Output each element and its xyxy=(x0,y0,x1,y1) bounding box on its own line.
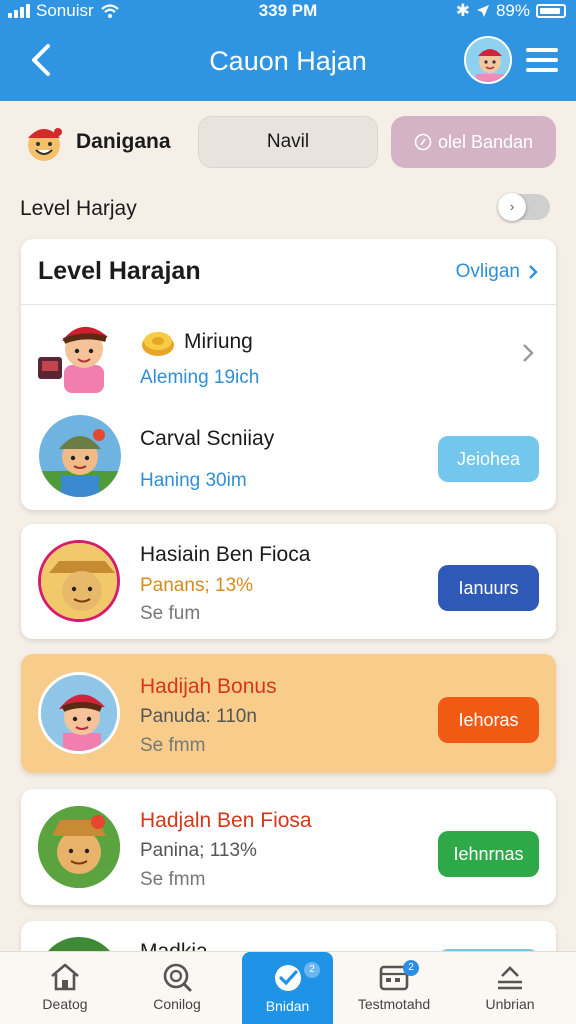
filter-pill-label: olel Bandan xyxy=(437,131,534,152)
level-card-link-label: Ovligan xyxy=(455,260,520,282)
action-button[interactable]: Iehoras xyxy=(438,697,539,743)
avatar xyxy=(39,415,121,497)
level-toggle-switch[interactable]: › xyxy=(498,193,550,221)
filter-pill-bandan[interactable]: olel Bandan xyxy=(391,116,556,168)
notification-badge: 2 xyxy=(304,962,320,978)
level-card-title: Level Harajan xyxy=(38,257,201,285)
nav-item-unbrian[interactable]: Unbrian xyxy=(460,952,560,1024)
card-title: Hasiain Ben Fioca xyxy=(140,543,310,567)
avatar xyxy=(38,806,120,888)
avatar xyxy=(38,672,120,754)
card-subtitle: Panans; 13% xyxy=(140,575,254,596)
user-name: Danigana xyxy=(76,130,171,153)
action-button[interactable]: Ianuurs xyxy=(438,565,539,611)
chevron-right-icon xyxy=(523,344,534,362)
stack-icon xyxy=(498,966,522,990)
card-title-text: Hasiain Ben Fioca xyxy=(140,543,311,566)
card-subtitle: Panuda: 110n xyxy=(140,706,257,727)
level-card-link[interactable]: Ovligan xyxy=(456,261,538,283)
status-bar: Sonuisr 339 PM ✱ 89% xyxy=(0,0,576,24)
top-app-bar: Sonuisr 339 PM ✱ 89% Cauon Hajan xyxy=(0,0,576,101)
chevron-right-icon xyxy=(529,264,538,279)
cartoon-face-icon xyxy=(28,128,62,161)
action-button[interactable]: Jeiohea xyxy=(438,436,539,482)
level-toggle-label: Level Harjay xyxy=(20,197,137,220)
level-card: Level Harajan Ovligan Miriung Aleming 19… xyxy=(21,239,556,510)
gold-coin-icon xyxy=(142,332,174,356)
check-circle-icon xyxy=(274,965,301,991)
card-title: Hadijah Bonus xyxy=(140,675,277,698)
card-meta: Se fmm xyxy=(140,735,206,756)
avatar xyxy=(38,313,120,395)
home-icon xyxy=(51,963,79,991)
nav-label: Unbrian xyxy=(485,996,535,1012)
profile-avatar[interactable] xyxy=(464,36,512,84)
reward-card-highlighted[interactable]: Hadijah Bonus Panuda: 110n Se fmm Iehora… xyxy=(21,654,556,773)
battery-icon xyxy=(536,4,566,18)
row-title: Miriung xyxy=(184,330,253,353)
user-chip[interactable]: Danigana xyxy=(22,118,171,166)
clock-icon xyxy=(414,133,432,151)
card-meta: Se fmm xyxy=(140,869,206,890)
nav-label: Conilog xyxy=(153,996,201,1012)
nav-item-active[interactable]: Bnidan 2 xyxy=(242,952,333,1024)
bluetooth-icon: ✱ xyxy=(455,1,470,20)
row-title-line: Miriung xyxy=(140,327,253,357)
notification-badge: 2 xyxy=(403,960,419,976)
card-title: Hadjaln Ben Fiosa xyxy=(140,809,312,832)
card-subtitle: Panina; 113% xyxy=(140,840,257,861)
row-subtitle: Haning 30im xyxy=(140,470,247,491)
nav-item-catalog[interactable]: Conilog xyxy=(127,952,227,1024)
filter-pill-navil[interactable]: Navil xyxy=(198,116,378,168)
row-subtitle: Aleming 19ich xyxy=(140,367,260,388)
card-meta: Se fum xyxy=(140,603,201,624)
battery-percent: 89% xyxy=(495,1,530,20)
location-arrow-icon xyxy=(476,5,489,17)
row-title: Carval Scniiay xyxy=(140,427,275,450)
avatar xyxy=(38,540,120,622)
nav-label: Testmotahd xyxy=(357,996,431,1012)
search-icon xyxy=(163,963,192,992)
reward-card[interactable]: Hadjaln Ben Fiosa Panina; 113% Se fmm Ie… xyxy=(21,789,556,905)
hamburger-menu-button[interactable] xyxy=(526,48,558,74)
list-item[interactable]: Miriung Aleming 19ich xyxy=(21,305,556,405)
list-item[interactable]: Carval Scniiay Haning 30im Jeiohea xyxy=(21,405,556,510)
nav-label: Deatog xyxy=(42,996,88,1012)
nav-label: Bnidan xyxy=(265,998,310,1014)
nav-item-home[interactable]: Deatog xyxy=(15,952,115,1024)
toggle-knob: › xyxy=(498,193,526,221)
action-button[interactable]: Iehnrnas xyxy=(438,831,539,877)
bottom-navigation: Deatog Conilog Bnidan 2 Testmotahd 2 Unb… xyxy=(0,951,576,1024)
reward-card[interactable]: Hasiain Ben Fioca Panans; 13% Se fum Ian… xyxy=(21,524,556,639)
nav-item-testmotahd[interactable]: Testmotahd 2 xyxy=(344,952,444,1024)
